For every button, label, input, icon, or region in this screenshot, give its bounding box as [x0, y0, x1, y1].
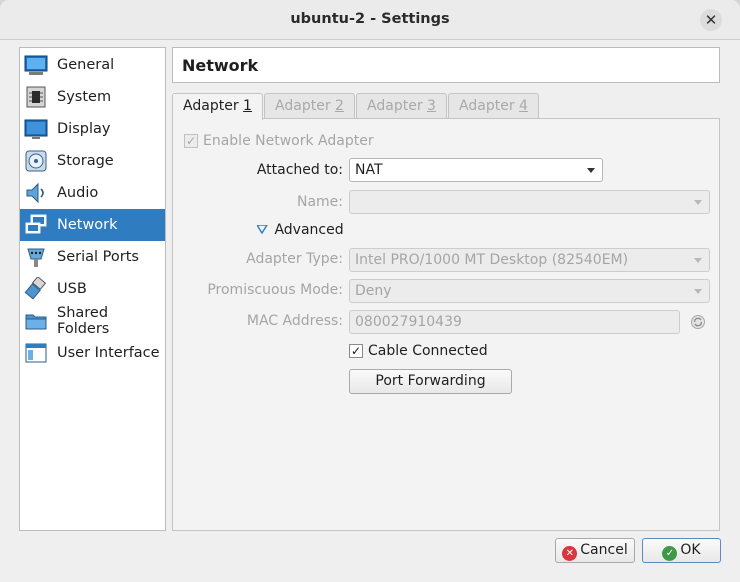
sidebar-item-label: USB	[57, 281, 87, 297]
close-button[interactable]: ✕	[700, 9, 722, 31]
sidebar-item-network[interactable]: Network	[20, 209, 165, 241]
attached-to-select[interactable]: NAT	[349, 158, 603, 182]
enable-adapter-label: Enable Network Adapter	[203, 133, 374, 149]
mac-address-field[interactable]: 080027910439	[349, 310, 680, 334]
refresh-mac-button[interactable]	[690, 314, 706, 330]
sidebar-item-system[interactable]: System	[20, 81, 165, 113]
chevron-down-icon	[694, 200, 702, 205]
enable-adapter-checkbox[interactable]: ✓	[184, 134, 198, 148]
serial-ports-icon	[24, 245, 48, 269]
sidebar-item-label: General	[57, 57, 115, 73]
sidebar-item-serial-ports[interactable]: Serial Ports	[20, 241, 165, 273]
adapter-panel: ✓ Enable Network Adapter Attached to: NA…	[172, 118, 720, 531]
name-select[interactable]	[349, 190, 710, 214]
storage-icon	[24, 149, 48, 173]
adapter-type-select[interactable]: Intel PRO/1000 MT Desktop (82540EM)	[349, 248, 710, 272]
tab-adapter-2[interactable]: Adapter 2	[264, 93, 355, 119]
user-interface-icon	[24, 341, 48, 365]
close-icon: ✕	[704, 11, 718, 29]
settings-sidebar: General System Display Storage Audio Net…	[19, 47, 166, 531]
sidebar-item-label: Serial Ports	[57, 249, 139, 265]
sidebar-item-label: Network	[57, 217, 118, 233]
promiscuous-mode-select[interactable]: Deny	[349, 279, 710, 303]
tab-adapter-3[interactable]: Adapter 3	[356, 93, 447, 119]
sidebar-item-general[interactable]: General	[20, 49, 165, 81]
sidebar-item-storage[interactable]: Storage	[20, 145, 165, 177]
sidebar-item-shared-folders[interactable]: Shared Folders	[20, 305, 165, 337]
cable-connected-checkbox[interactable]: ✓	[349, 344, 363, 358]
chevron-down-icon	[587, 168, 595, 173]
sidebar-item-audio[interactable]: Audio	[20, 177, 165, 209]
refresh-icon	[691, 315, 705, 329]
general-icon	[24, 53, 48, 77]
title-bar: ubuntu-2 - Settings ✕	[0, 0, 740, 40]
cable-connected-label: Cable Connected	[368, 343, 488, 359]
ok-button[interactable]: ✓ OK	[642, 538, 721, 563]
settings-window: ubuntu-2 - Settings ✕ General System Dis…	[0, 0, 740, 582]
system-icon	[24, 85, 48, 109]
cancel-icon: ✕	[562, 546, 578, 561]
sidebar-item-label: Audio	[57, 185, 99, 201]
chevron-down-icon	[694, 289, 702, 294]
sidebar-item-label: Display	[57, 121, 111, 137]
page-title: Network	[172, 47, 720, 83]
network-icon	[24, 213, 48, 237]
port-forwarding-button[interactable]: Port Forwarding	[349, 369, 512, 394]
chevron-down-icon	[694, 258, 702, 263]
triangle-down-icon	[255, 224, 269, 235]
display-icon	[24, 117, 48, 141]
ok-icon: ✓	[662, 546, 678, 561]
tab-adapter-1[interactable]: Adapter 1	[172, 93, 263, 120]
sidebar-item-label: Storage	[57, 153, 114, 169]
usb-icon	[24, 277, 48, 301]
audio-icon	[24, 181, 48, 205]
sidebar-item-display[interactable]: Display	[20, 113, 165, 145]
sidebar-item-usb[interactable]: USB	[20, 273, 165, 305]
cancel-button[interactable]: ✕ Cancel	[555, 538, 635, 563]
attached-to-label: Attached to:	[256, 162, 343, 178]
advanced-toggle[interactable]: Advanced	[255, 222, 344, 238]
tab-adapter-4[interactable]: Adapter 4	[448, 93, 539, 119]
sidebar-item-user-interface[interactable]: User Interface	[20, 337, 165, 369]
mac-address-label: MAC Address:	[246, 313, 343, 329]
sidebar-item-label: Shared Folders	[57, 305, 110, 337]
promiscuous-mode-label: Promiscuous Mode:	[207, 282, 343, 298]
name-label: Name:	[296, 194, 343, 210]
adapter-type-label: Adapter Type:	[246, 251, 343, 267]
sidebar-item-label: System	[57, 89, 112, 105]
shared-folders-icon	[24, 309, 48, 333]
window-title: ubuntu-2 - Settings	[290, 11, 450, 27]
sidebar-item-label: User Interface	[57, 345, 160, 361]
